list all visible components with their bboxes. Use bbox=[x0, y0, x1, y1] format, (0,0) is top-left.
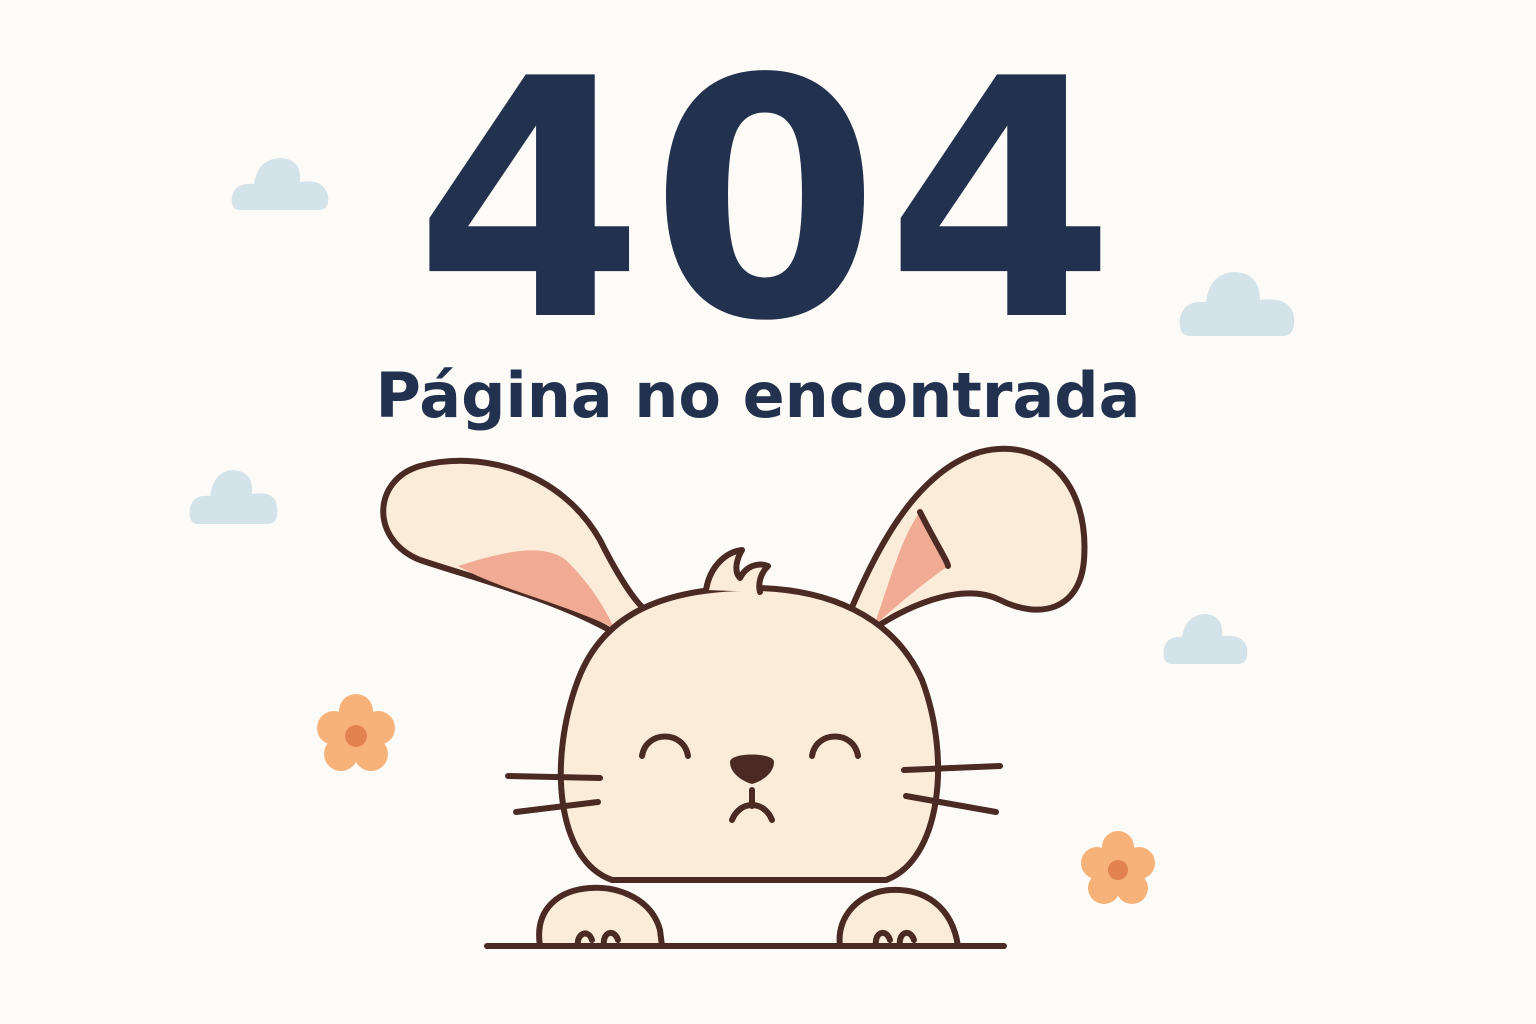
sad-bunny-illustration bbox=[380, 445, 1088, 949]
bunny-left-ear bbox=[380, 457, 653, 639]
bunny-head bbox=[557, 584, 942, 883]
bunny-left-paw bbox=[536, 884, 665, 949]
not-found-page: 404 Página no encontrada bbox=[0, 0, 1536, 1024]
